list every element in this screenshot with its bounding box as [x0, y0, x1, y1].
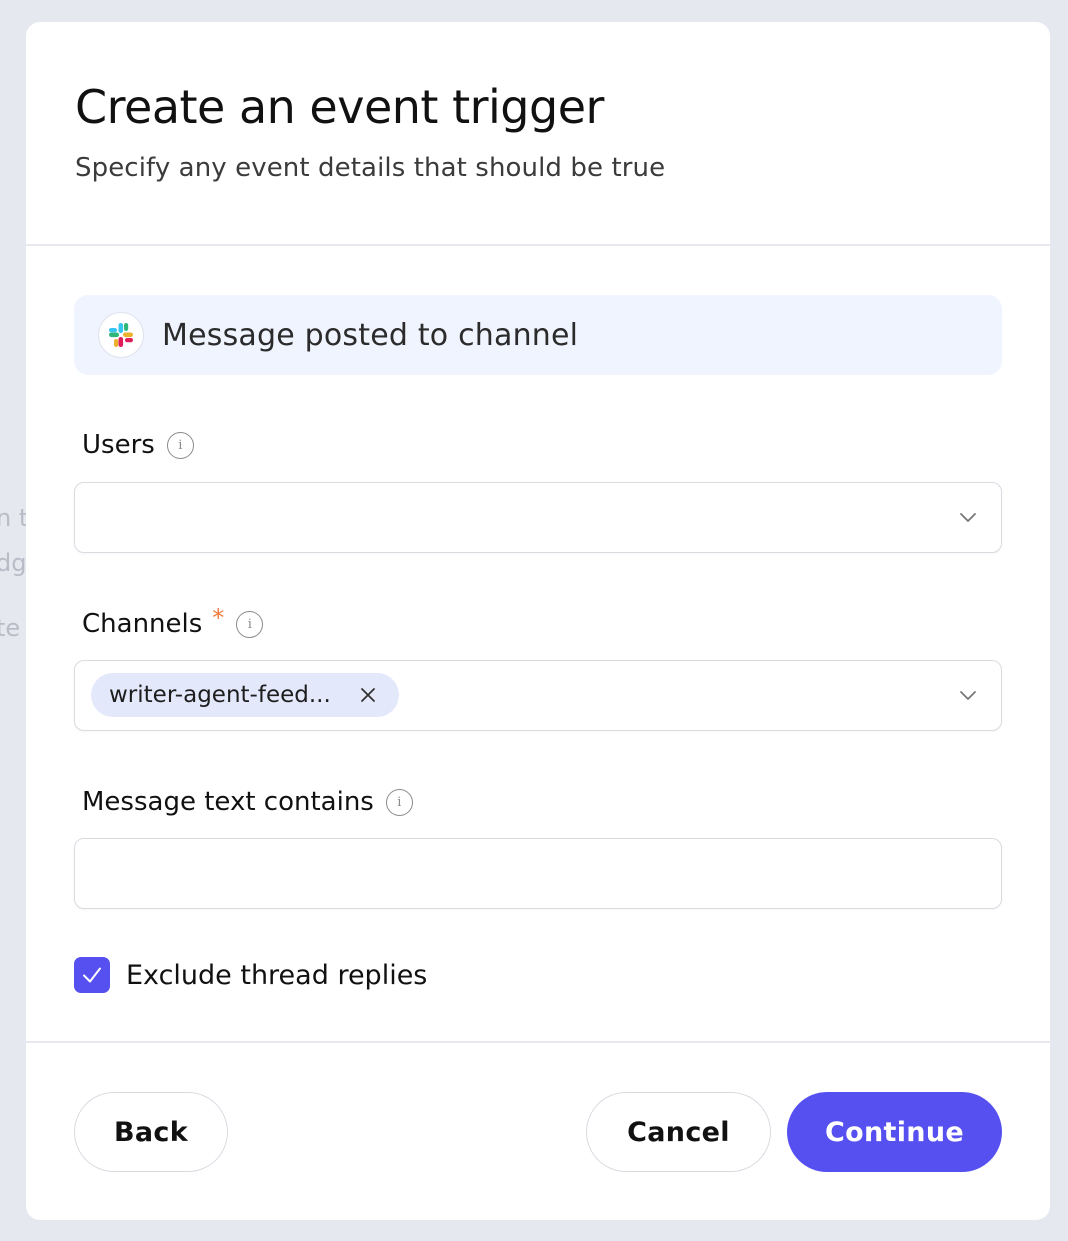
event-label: Message posted to channel [162, 317, 579, 353]
continue-button[interactable]: Continue [787, 1092, 1002, 1172]
background-text: dg [0, 549, 27, 577]
exclude-thread-replies-label: Exclude thread replies [126, 959, 428, 991]
chevron-down-icon [960, 513, 976, 522]
message-text-label-row: Message text contains i [82, 787, 413, 817]
chevron-down-icon [960, 691, 976, 700]
channel-chip-label: writer-agent-feed... [109, 682, 331, 708]
modal-header: Create an event trigger Specify any even… [26, 22, 1050, 246]
modal-subtitle: Specify any event details that should be… [75, 152, 666, 183]
close-icon[interactable] [359, 686, 377, 704]
info-icon[interactable]: i [236, 610, 264, 638]
exclude-thread-replies-option[interactable]: Exclude thread replies [74, 957, 427, 993]
users-select[interactable] [74, 482, 1002, 553]
footer-divider [26, 1041, 1050, 1043]
message-text-input[interactable] [74, 838, 1002, 909]
users-label-row: Users i [82, 430, 194, 460]
message-text-label: Message text contains [82, 787, 374, 817]
channel-chip: writer-agent-feed... [91, 673, 399, 717]
info-icon[interactable]: i [385, 788, 413, 816]
background-text: te [0, 614, 21, 642]
required-marker: * [212, 604, 225, 632]
back-button[interactable]: Back [74, 1092, 228, 1172]
exclude-thread-replies-checkbox[interactable] [74, 957, 110, 993]
modal-title: Create an event trigger [75, 80, 604, 134]
background-text: n t [0, 504, 29, 532]
selected-event-card: Message posted to channel [74, 295, 1002, 375]
slack-icon [98, 312, 144, 358]
channels-label-row: Channels * i [82, 604, 264, 639]
channels-select[interactable]: writer-agent-feed... [74, 660, 1002, 731]
cancel-button[interactable]: Cancel [586, 1092, 771, 1172]
channels-label: Channels [82, 609, 203, 639]
users-label: Users [82, 430, 155, 460]
checkmark-icon [83, 967, 101, 983]
create-trigger-modal: Create an event trigger Specify any even… [26, 22, 1050, 1220]
info-icon[interactable]: i [166, 431, 194, 459]
